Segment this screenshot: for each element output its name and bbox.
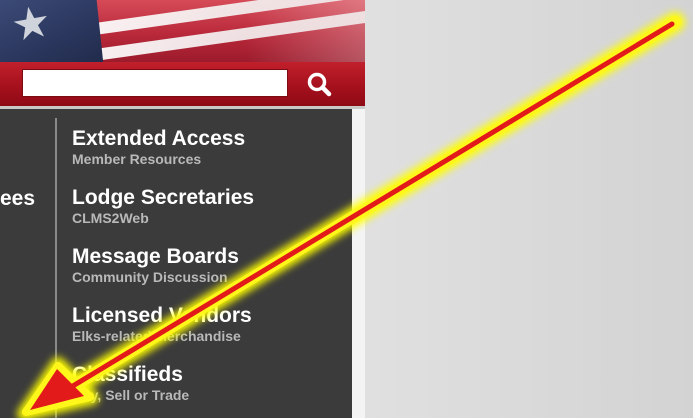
menu-item-title: Lodge Secretaries xyxy=(72,186,255,209)
menu-item-title: Licensed Vendors xyxy=(72,304,252,327)
menu-item-licensed-vendors[interactable]: Licensed Vendors Elks-related Merchandis… xyxy=(72,305,252,345)
menu-item-lodge-secretaries[interactable]: Lodge Secretaries CLMS2Web xyxy=(72,187,254,227)
search-bar xyxy=(0,62,365,109)
menu-item-title: Extended Access xyxy=(72,127,246,150)
menu-item-title: Classifieds xyxy=(72,363,183,386)
search-input[interactable] xyxy=(22,69,288,97)
menu-item-classifieds[interactable]: Classifieds Buy, Sell or Trade xyxy=(72,364,189,404)
menu-edge xyxy=(352,109,365,418)
search-icon xyxy=(307,72,332,97)
page-left-strip: ★ ees Extended Access Member Resources L… xyxy=(0,0,365,418)
flag-banner-image: ★ xyxy=(0,0,365,62)
menu-column-divider xyxy=(55,118,57,418)
menu-item-message-boards[interactable]: Message Boards Community Discussion xyxy=(72,246,239,286)
menu-item-partial-left[interactable]: ees xyxy=(0,188,35,209)
flag-fade xyxy=(245,0,365,62)
menu-item-subtitle: Member Resources xyxy=(72,151,202,167)
search-button[interactable] xyxy=(296,65,344,103)
menu-item-subtitle: CLMS2Web xyxy=(72,210,149,226)
menu-item-subtitle: Elks-related Merchandise xyxy=(72,328,241,344)
menu-item-title: Message Boards xyxy=(72,245,239,268)
menu-item-subtitle: Buy, Sell or Trade xyxy=(72,387,190,403)
menu-item-extended-access[interactable]: Extended Access Member Resources xyxy=(72,128,245,168)
menu-item-subtitle: Community Discussion xyxy=(72,269,228,285)
